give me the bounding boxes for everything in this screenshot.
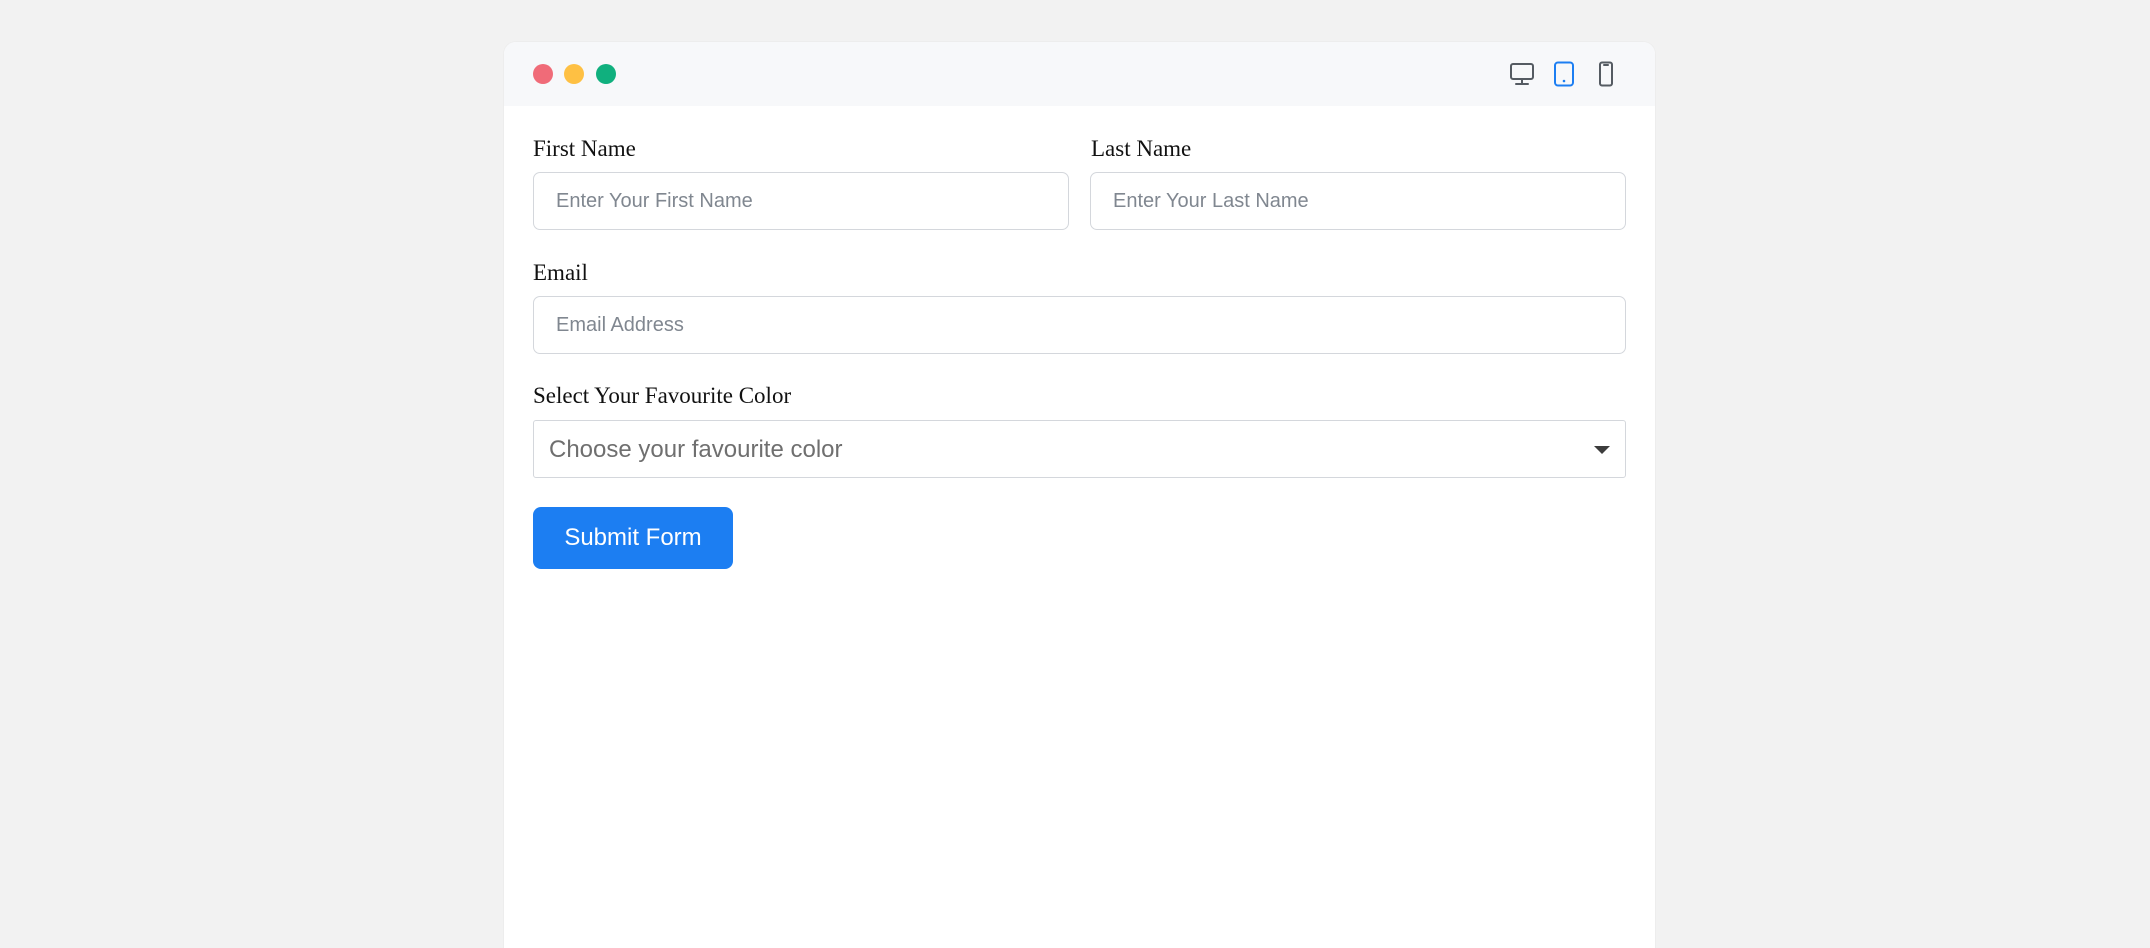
tablet-icon: [1554, 61, 1574, 87]
minimize-window-dot[interactable]: [564, 64, 584, 84]
mobile-icon: [1599, 61, 1613, 87]
maximize-window-dot[interactable]: [596, 64, 616, 84]
window-titlebar: [504, 42, 1655, 106]
first-name-input[interactable]: [533, 172, 1069, 230]
favourite-color-selected-value: Choose your favourite color: [549, 436, 843, 463]
email-input[interactable]: [533, 296, 1626, 354]
favourite-color-label: Select Your Favourite Color: [533, 383, 792, 408]
desktop-icon: [1510, 63, 1534, 85]
favourite-color-select[interactable]: Choose your favourite color: [533, 420, 1626, 478]
last-name-label: Last Name: [1091, 136, 1192, 161]
dropdown-arrow-icon: [1594, 446, 1610, 454]
last-name-input[interactable]: [1090, 172, 1626, 230]
mobile-view-button[interactable]: [1588, 56, 1624, 92]
email-label: Email: [533, 260, 588, 285]
desktop-view-button[interactable]: [1504, 56, 1540, 92]
tablet-view-button[interactable]: [1546, 56, 1582, 92]
submit-form-button[interactable]: Submit Form: [533, 507, 733, 569]
first-name-label: First Name: [533, 136, 636, 161]
browser-preview-window: First Name Last Name Email Select Your F…: [504, 42, 1655, 948]
close-window-dot[interactable]: [533, 64, 553, 84]
